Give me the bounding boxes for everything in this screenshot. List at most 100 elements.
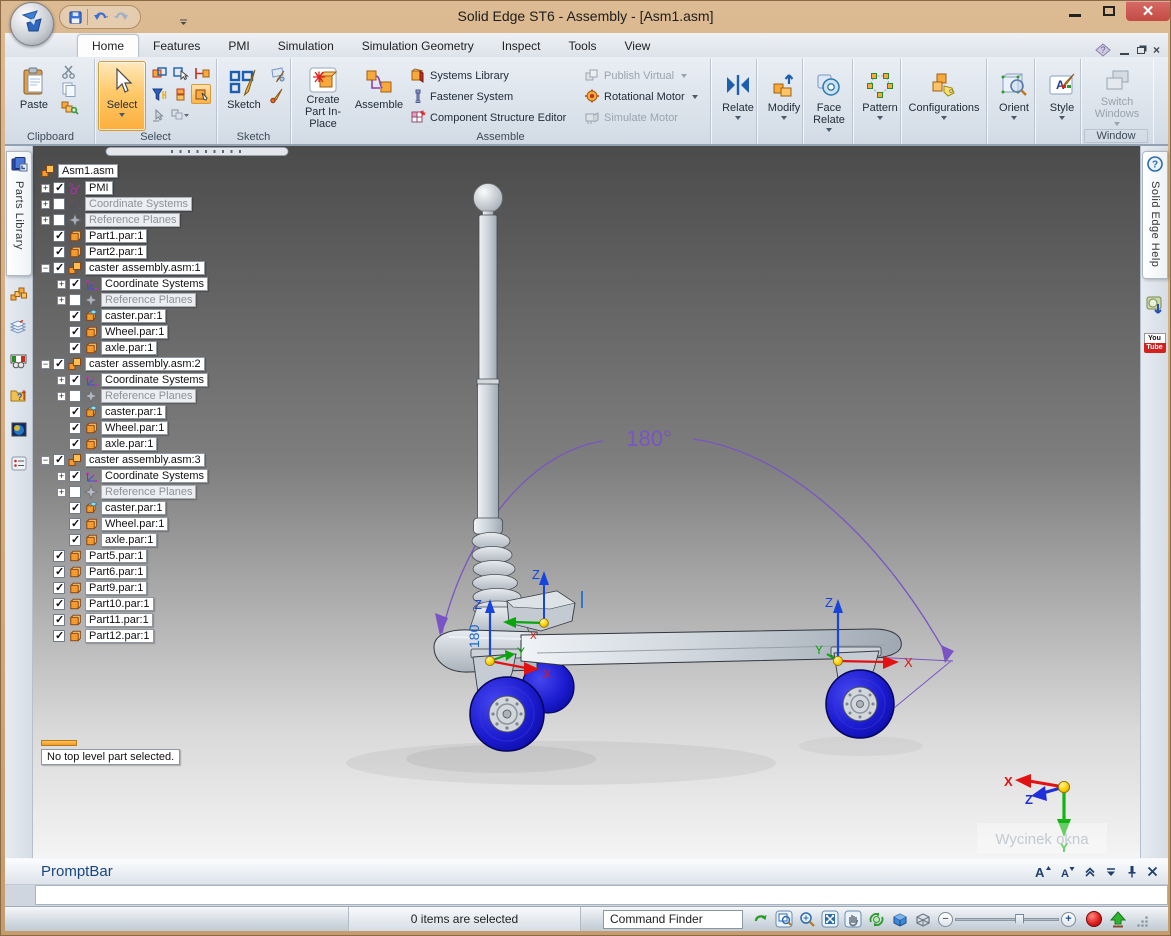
blocks-icon[interactable] — [10, 286, 27, 306]
angle-value-label[interactable]: 180° — [626, 426, 672, 451]
view-styles-button[interactable] — [912, 909, 932, 929]
tree-item-label[interactable]: Coordinate Systems — [101, 469, 209, 483]
expand-toggle[interactable]: − — [41, 359, 50, 369]
tree-item-label[interactable]: Part11.par:1 — [85, 613, 153, 627]
systems-library-button[interactable]: Systems Library — [410, 65, 578, 86]
visibility-checkbox[interactable] — [53, 181, 65, 194]
zoom-button[interactable] — [797, 909, 817, 929]
visibility-checkbox[interactable] — [53, 214, 65, 226]
parts-library-tab[interactable]: Parts Library — [6, 151, 32, 276]
doc-restore-button[interactable] — [1136, 46, 1145, 54]
paste-button[interactable]: Paste — [10, 61, 58, 131]
visibility-checkbox[interactable] — [69, 533, 81, 546]
options-icon[interactable] — [170, 105, 190, 125]
tree-item-label[interactable]: Part5.par:1 — [85, 549, 148, 563]
visibility-checkbox[interactable] — [53, 229, 65, 242]
zoom-in-button[interactable]: + — [1061, 911, 1076, 927]
tree-item-label[interactable]: caster assembly.asm:2 — [85, 357, 205, 371]
web-link-icon[interactable] — [1146, 296, 1164, 319]
tab-pmi[interactable]: PMI — [214, 35, 263, 57]
prompt-input[interactable] — [35, 885, 1168, 905]
sketch-pencil-icon[interactable] — [268, 88, 286, 104]
tree-item-label[interactable]: Wheel.par:1 — [101, 325, 169, 339]
visibility-checkbox[interactable] — [53, 453, 65, 466]
close-button[interactable]: ✕ — [1126, 1, 1170, 21]
tree-item-label[interactable]: axle.par:1 — [101, 437, 158, 451]
tree-item-label[interactable]: PMI — [85, 181, 113, 195]
cut-icon[interactable] — [60, 65, 78, 79]
tree-item-label[interactable]: Reference Planes — [101, 389, 197, 403]
tab-inspect[interactable]: Inspect — [488, 35, 555, 57]
expand-toggle[interactable]: + — [57, 391, 66, 401]
tab-features[interactable]: Features — [139, 35, 214, 57]
expand-toggle[interactable]: − — [41, 455, 50, 465]
tree-item-label[interactable]: Coordinate Systems — [101, 373, 209, 387]
rotate-button[interactable] — [866, 909, 886, 929]
relate-button[interactable]: Relate — [714, 61, 762, 143]
expand-toggle[interactable]: + — [57, 375, 66, 385]
visibility-checkbox[interactable] — [53, 549, 65, 562]
orient-button[interactable]: Orient — [990, 61, 1038, 143]
pattern-button[interactable]: Pattern — [856, 61, 904, 143]
tree-item-label[interactable]: Part12.par:1 — [85, 629, 154, 643]
fastener-system-button[interactable]: Fastener System — [410, 86, 578, 107]
application-button[interactable] — [10, 2, 54, 46]
visibility-checkbox[interactable] — [69, 277, 81, 290]
select-button[interactable]: Select — [98, 61, 146, 131]
minimize-button[interactable] — [1058, 1, 1092, 21]
zoom-out-button[interactable]: − — [938, 911, 953, 927]
component-icon[interactable] — [170, 84, 190, 104]
expand-toggle[interactable]: + — [41, 199, 50, 209]
tree-item-label[interactable]: Reference Planes — [101, 485, 197, 499]
tree-item-label[interactable]: Reference Planes — [85, 213, 181, 227]
preview-icon[interactable] — [11, 422, 27, 442]
tree-item-label[interactable]: Part9.par:1 — [85, 581, 148, 595]
visibility-checkbox[interactable] — [53, 245, 65, 258]
tree-item-label[interactable]: Coordinate Systems — [101, 277, 209, 291]
medal-icon[interactable] — [10, 354, 27, 374]
tree-item-label[interactable]: Wheel.par:1 — [101, 517, 169, 531]
record-button[interactable] — [1086, 911, 1102, 927]
visibility-checkbox[interactable] — [69, 390, 81, 402]
visibility-checkbox[interactable] — [69, 341, 81, 354]
visibility-checkbox[interactable] — [53, 198, 65, 210]
filter-icon[interactable] — [149, 84, 169, 104]
help-tab[interactable]: ? Solid Edge Help — [1142, 151, 1168, 279]
expand-toggle[interactable]: + — [57, 279, 66, 289]
layers-icon[interactable] — [9, 319, 27, 340]
tree-item-label[interactable]: caster.par:1 — [101, 501, 167, 515]
promptbar-pin-button[interactable] — [1126, 865, 1138, 878]
zoom-slider-thumb[interactable] — [1015, 913, 1025, 927]
tab-view[interactable]: View — [611, 35, 665, 57]
visibility-checkbox[interactable] — [53, 581, 65, 594]
expand-toggle[interactable]: + — [57, 487, 66, 497]
zoom-slider[interactable]: − + — [938, 911, 1076, 927]
folder-help-icon[interactable]: ? — [10, 388, 27, 408]
expand-toggle[interactable]: + — [57, 471, 66, 481]
notes-icon[interactable] — [11, 456, 27, 476]
copy-with-key-icon[interactable] — [60, 100, 79, 115]
sketch-button[interactable]: Sketch — [220, 61, 268, 131]
pointer-gray-icon[interactable] — [149, 105, 169, 125]
promptbar-font-decrease-button[interactable]: A — [1060, 865, 1075, 880]
publish-virtual-button[interactable]: Publish Virtual — [584, 65, 704, 86]
expand-toggle[interactable]: + — [41, 215, 50, 225]
visibility-checkbox[interactable] — [69, 421, 81, 434]
resize-grip[interactable] — [1136, 915, 1149, 931]
visibility-checkbox[interactable] — [53, 565, 65, 578]
inline-dimension-value[interactable]: 180 — [466, 624, 482, 648]
tree-item-label[interactable]: Part6.par:1 — [85, 565, 148, 579]
tree-item-label[interactable]: caster.par:1 — [101, 405, 167, 419]
activate-icon[interactable] — [191, 84, 211, 104]
fit-button[interactable] — [820, 909, 840, 929]
doc-minimize-button[interactable] — [1119, 46, 1129, 55]
visibility-checkbox[interactable] — [53, 261, 65, 274]
refresh-button[interactable] — [751, 909, 771, 929]
tree-root-label[interactable]: Asm1.asm — [58, 163, 118, 178]
assemble-button[interactable]: Assemble — [352, 61, 406, 131]
configurations-button[interactable]: Configurations — [904, 61, 984, 143]
tree-item-label[interactable]: caster assembly.asm:3 — [85, 453, 205, 467]
maximize-button[interactable] — [1092, 1, 1126, 21]
tree-item-label[interactable]: Wheel.par:1 — [101, 421, 169, 435]
visibility-checkbox[interactable] — [69, 373, 81, 386]
